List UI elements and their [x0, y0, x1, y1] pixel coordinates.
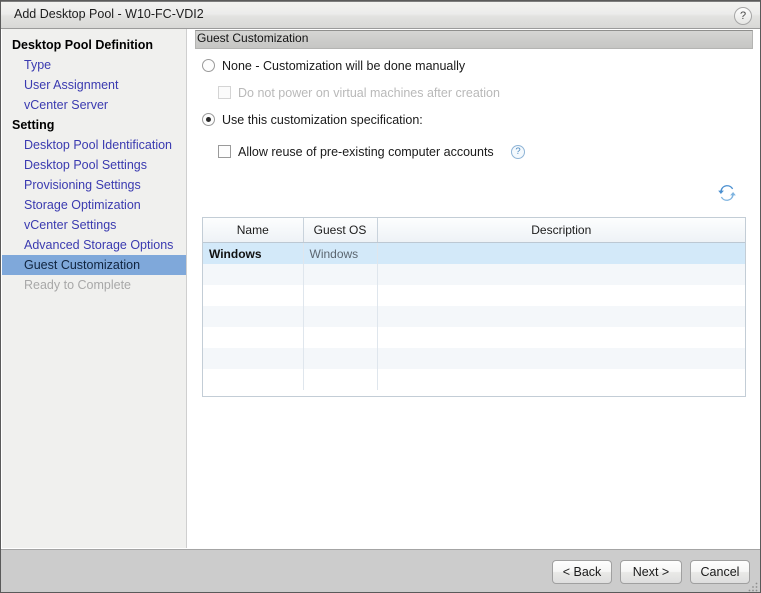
column-header-name[interactable]: Name [203, 218, 304, 243]
cell-description [377, 369, 745, 390]
column-header-description[interactable]: Description [377, 218, 745, 243]
cell-guest-os [303, 306, 378, 327]
cell-guest-os [303, 264, 378, 285]
none-customization-radio[interactable] [202, 59, 215, 72]
main-panel: Guest Customization None - Customization… [188, 29, 760, 548]
help-icon[interactable]: ? [734, 7, 752, 25]
cell-description [377, 285, 745, 306]
cell-guest-os [303, 327, 378, 348]
back-button[interactable]: < Back [552, 560, 612, 584]
table-row[interactable] [203, 348, 745, 369]
column-header-guest-os[interactable]: Guest OS [303, 218, 378, 243]
cancel-button[interactable]: Cancel [690, 560, 750, 584]
use-customization-spec-label: Use this customization specification: [222, 113, 423, 127]
page-title: Guest Customization [197, 31, 309, 45]
sidebar-item-type[interactable]: Type [2, 55, 186, 75]
do-not-power-on-checkbox [218, 86, 231, 99]
refresh-icon[interactable] [718, 184, 736, 202]
sidebar-item-provisioning-settings[interactable]: Provisioning Settings [2, 175, 186, 195]
title-bar: Add Desktop Pool - W10-FC-VDI2 ? [1, 1, 760, 29]
table-header-row: Name Guest OS Description [203, 218, 745, 243]
sidebar-item-desktop-pool-settings[interactable]: Desktop Pool Settings [2, 155, 186, 175]
allow-reuse-accounts-label: Allow reuse of pre-existing computer acc… [238, 145, 494, 159]
sidebar-item-storage-optimization[interactable]: Storage Optimization [2, 195, 186, 215]
cell-name [203, 264, 304, 285]
cell-description [377, 306, 745, 327]
use-customization-spec-radio[interactable] [202, 113, 215, 126]
resize-grip[interactable] [747, 581, 759, 593]
cell-guest-os [303, 348, 378, 369]
table-row[interactable] [203, 285, 745, 306]
cell-name [203, 348, 304, 369]
customization-spec-table[interactable]: Name Guest OS Description Windows Window… [202, 217, 746, 397]
cell-description [377, 327, 745, 348]
sidebar-item-guest-customization[interactable]: Guest Customization [2, 255, 186, 275]
sidebar-item-ready-to-complete: Ready to Complete [24, 278, 132, 292]
table-row[interactable] [203, 369, 745, 390]
cell-description [377, 348, 745, 369]
dialog-footer: < Back Next > Cancel [1, 549, 760, 593]
cell-description [377, 264, 745, 285]
cell-name: Windows [203, 242, 304, 264]
cell-guest-os: Windows [303, 242, 378, 264]
cell-name [203, 327, 304, 348]
option-row-use-spec: Use this customization specification: [188, 109, 760, 136]
option-row-no-power-on: Do not power on virtual machines after c… [188, 82, 760, 109]
cell-description [377, 242, 745, 264]
sidebar-heading-setting: Setting [12, 118, 55, 132]
sidebar-item-user-assignment[interactable]: User Assignment [2, 75, 186, 95]
allow-reuse-accounts-checkbox[interactable] [218, 145, 231, 158]
do-not-power-on-label: Do not power on virtual machines after c… [238, 86, 500, 100]
sidebar-item-advanced-storage-options[interactable]: Advanced Storage Options [2, 235, 186, 255]
table-row[interactable]: Windows Windows [203, 242, 745, 264]
none-customization-label: None - Customization will be done manual… [222, 59, 466, 73]
dialog-body: Desktop Pool Definition Type User Assign… [1, 29, 760, 549]
sidebar-item-desktop-pool-identification[interactable]: Desktop Pool Identification [2, 135, 186, 155]
table-row[interactable] [203, 327, 745, 348]
table-row[interactable] [203, 264, 745, 285]
cell-name [203, 369, 304, 390]
cell-guest-os [303, 285, 378, 306]
sidebar-item-vcenter-server[interactable]: vCenter Server [2, 95, 186, 115]
cell-guest-os [303, 369, 378, 390]
allow-reuse-help-icon[interactable]: ? [511, 145, 525, 159]
table-row[interactable] [203, 306, 745, 327]
add-desktop-pool-dialog: Add Desktop Pool - W10-FC-VDI2 ? Desktop… [0, 0, 761, 593]
sidebar-item-vcenter-settings[interactable]: vCenter Settings [2, 215, 186, 235]
next-button[interactable]: Next > [620, 560, 682, 584]
cell-name [203, 306, 304, 327]
option-row-allow-reuse: Allow reuse of pre-existing computer acc… [188, 136, 760, 163]
window-title: Add Desktop Pool - W10-FC-VDI2 [14, 7, 204, 21]
wizard-steps-sidebar: Desktop Pool Definition Type User Assign… [2, 29, 187, 548]
option-row-none: None - Customization will be done manual… [188, 55, 760, 82]
guest-customization-form: None - Customization will be done manual… [188, 55, 760, 163]
cell-name [203, 285, 304, 306]
sidebar-heading-desktop-pool-definition: Desktop Pool Definition [12, 38, 153, 52]
